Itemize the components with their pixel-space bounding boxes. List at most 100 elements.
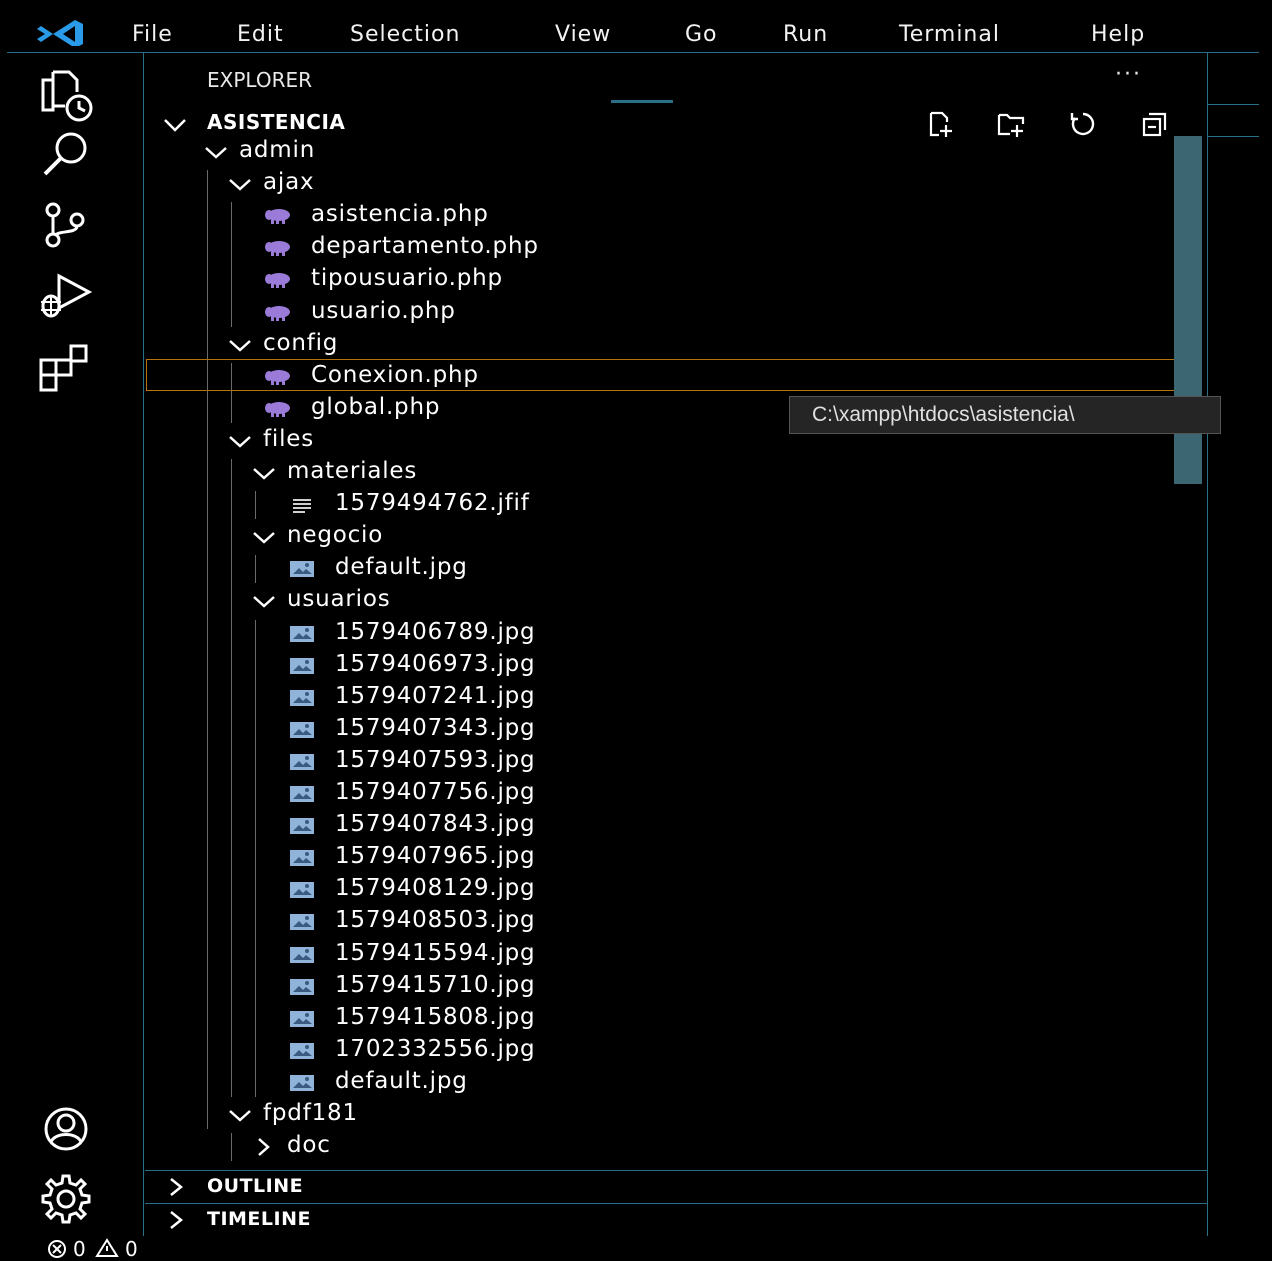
tree-item-label: global.php (311, 393, 441, 420)
menu-run[interactable]: Run (783, 22, 828, 47)
indent-guide (255, 619, 256, 1097)
chevron-down-icon (205, 147, 227, 159)
settings-gear-icon[interactable] (37, 1170, 95, 1228)
tree-item-1579415594-jpg[interactable]: 1579415594.jpg (145, 939, 1185, 971)
tree-item-config[interactable]: config (145, 329, 1185, 361)
tree-item-label: 1579415710.jpg (335, 971, 536, 998)
tree-item-1579415808-jpg[interactable]: 1579415808.jpg (145, 1003, 1185, 1035)
collapse-all-icon[interactable] (1141, 110, 1169, 138)
tree-item-label: usuario.php (311, 297, 456, 324)
image-file-icon (290, 786, 314, 802)
accounts-icon[interactable] (37, 1100, 95, 1158)
warning-icon[interactable] (95, 1238, 119, 1258)
chevron-right-icon (170, 1178, 184, 1196)
tree-item-label: 1579494762.jfif (335, 490, 530, 517)
tree-item-1579407593-jpg[interactable]: 1579407593.jpg (145, 746, 1185, 778)
status-bar: 0 0 (7, 1236, 1259, 1261)
chevron-right-icon (170, 1211, 184, 1229)
tree-item-usuarios[interactable]: usuarios (145, 585, 1185, 617)
error-count[interactable]: 0 (73, 1237, 86, 1261)
tooltip-text: C:\xampp\htdocs\asistencia\ (812, 403, 1075, 426)
warning-count[interactable]: 0 (125, 1237, 138, 1261)
refresh-icon[interactable] (1069, 110, 1097, 138)
tree-item-label: 1702332556.jpg (335, 1035, 536, 1062)
image-file-icon (290, 657, 314, 674)
menu-selection[interactable]: Selection (350, 22, 460, 47)
error-icon[interactable] (47, 1239, 67, 1259)
chevron-right-icon (258, 1138, 270, 1157)
source-control-icon[interactable] (37, 196, 95, 254)
tree-item-label: admin (239, 137, 316, 163)
tree-item-1579407241-jpg[interactable]: 1579407241.jpg (145, 682, 1185, 714)
new-folder-icon[interactable] (997, 110, 1025, 138)
chevron-down-icon (229, 1110, 251, 1122)
new-file-icon[interactable] (927, 110, 955, 138)
tree-item-label: 1579406789.jpg (335, 618, 536, 645)
tree-item-1579406973-jpg[interactable]: 1579406973.jpg (145, 650, 1185, 682)
tree-item-1579407965-jpg[interactable]: 1579407965.jpg (145, 842, 1185, 874)
tree-item-ajax[interactable]: ajax (145, 168, 1185, 200)
focus-indicator (611, 100, 673, 103)
tree-item-label: 1579407241.jpg (335, 682, 536, 709)
editor-area-edge (1208, 52, 1259, 1236)
tree-item-default-jpg[interactable]: default.jpg (145, 553, 1185, 585)
tree-item-1579408503-jpg[interactable]: 1579408503.jpg (145, 906, 1185, 938)
menu-go[interactable]: Go (685, 22, 718, 47)
tree-item-1579407756-jpg[interactable]: 1579407756.jpg (145, 778, 1185, 810)
tree-item-tipousuario-php[interactable]: tipousuario.php (145, 264, 1185, 296)
tree-item-1579406789-jpg[interactable]: 1579406789.jpg (145, 618, 1185, 650)
menu-help[interactable]: Help (1091, 22, 1145, 47)
image-file-icon (290, 978, 314, 995)
tree-item-label: usuarios (287, 586, 391, 613)
tree-item-fpdf181[interactable]: fpdf181 (145, 1099, 1185, 1131)
php-file-icon (265, 241, 290, 257)
more-actions-icon[interactable]: ··· (1115, 62, 1142, 87)
menu-file[interactable]: File (132, 22, 173, 47)
tree-item-1579407343-jpg[interactable]: 1579407343.jpg (145, 714, 1185, 746)
explorer-sidebar: EXPLORER ··· ASISTENCIA admin ajax asisten… (145, 52, 1221, 1236)
image-file-icon (290, 882, 314, 899)
tree-item-1579494762-jfif[interactable]: 1579494762.jfif (145, 489, 1185, 521)
selected-row-outline (146, 359, 1202, 391)
search-icon[interactable] (37, 126, 95, 184)
run-debug-icon[interactable] (37, 266, 95, 324)
tree-item-doc[interactable]: doc (145, 1131, 1185, 1163)
tree-item-1702332556-jpg[interactable]: 1702332556.jpg (145, 1035, 1185, 1067)
chevron-down-icon (253, 596, 275, 609)
tree-item-default-jpg[interactable]: default.jpg (145, 1067, 1185, 1099)
tree-item-usuario-php[interactable]: usuario.php (145, 297, 1185, 329)
tree-item-departamento-php[interactable]: departamento.php (145, 232, 1185, 264)
image-file-icon (290, 1010, 314, 1027)
tree-item-1579415710-jpg[interactable]: 1579415710.jpg (145, 971, 1185, 1003)
outline-section[interactable]: OUTLINE (145, 1170, 1207, 1203)
tree-item-materiales[interactable]: materiales (145, 457, 1185, 489)
indent-guide (231, 459, 232, 1097)
tree-item-label: tipousuario.php (311, 265, 503, 292)
tree-item-1579408129-jpg[interactable]: 1579408129.jpg (145, 874, 1185, 906)
text-file-icon (293, 499, 311, 514)
tree-item-1579407843-jpg[interactable]: 1579407843.jpg (145, 810, 1185, 842)
indent-guide (255, 555, 256, 584)
image-file-icon (290, 721, 314, 738)
tree-item-label: fpdf181 (263, 1100, 358, 1126)
file-tree: admin ajax asistencia.php departamento.php t… (145, 136, 1185, 1182)
menu-terminal[interactable]: Terminal (899, 22, 1000, 47)
image-file-icon (290, 561, 314, 578)
tree-item-admin[interactable]: admin (145, 136, 1185, 168)
timeline-section[interactable]: TIMELINE (145, 1203, 1207, 1236)
tree-item-asistencia-php[interactable]: asistencia.php (145, 200, 1185, 232)
tree-item-label: 1579407965.jpg (335, 843, 536, 870)
tree-item-label: 1579408129.jpg (335, 875, 536, 902)
menu-view[interactable]: View (555, 22, 611, 47)
tree-item-negocio[interactable]: negocio (145, 521, 1185, 553)
image-file-icon (290, 914, 314, 931)
tree-item-label: 1579415808.jpg (335, 1003, 536, 1030)
tree-item-label: default.jpg (335, 1067, 468, 1094)
tree-item-label: default.jpg (335, 554, 468, 581)
explorer-icon[interactable] (37, 66, 95, 124)
menu-edit[interactable]: Edit (237, 22, 284, 47)
activity-bar (7, 52, 144, 1236)
php-file-icon (265, 305, 290, 321)
extensions-icon[interactable] (37, 338, 95, 396)
tree-item-label: 1579406973.jpg (335, 650, 536, 677)
